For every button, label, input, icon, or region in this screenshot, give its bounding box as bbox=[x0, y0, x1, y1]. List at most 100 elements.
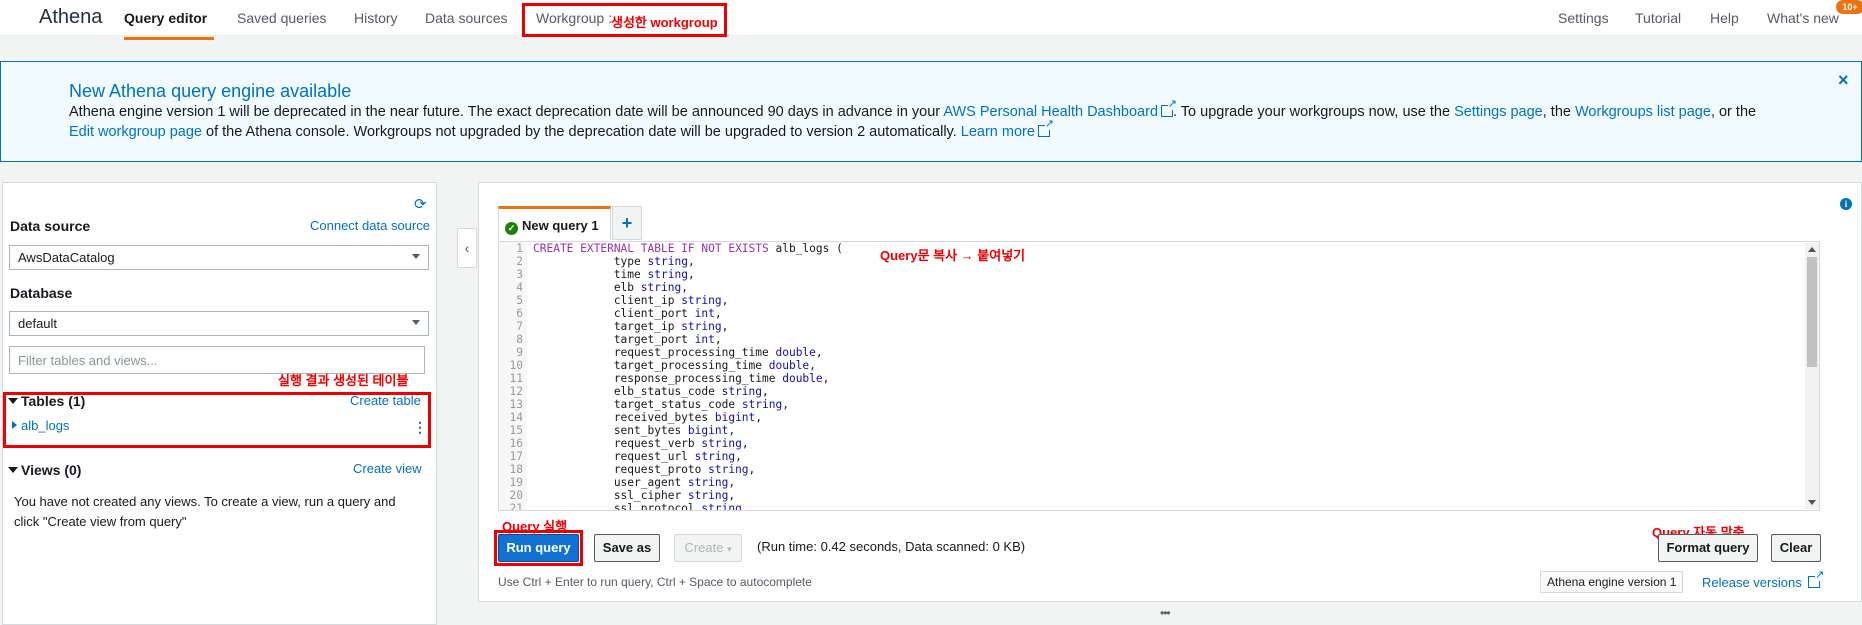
table-item-alb-logs[interactable]: alb_logs bbox=[12, 418, 69, 433]
banner-message: Athena engine version 1 will be deprecat… bbox=[69, 98, 1829, 142]
sql-editor[interactable]: 1 2 3 4 5 6 7 8 9 10 11 12 13 14 15 16 17 18 19 20 21 CREATE… bbox=[498, 241, 1820, 511]
data-source-select[interactable]: AwsDataCatalog bbox=[9, 245, 429, 270]
tab-query-editor[interactable]: Query editor bbox=[124, 10, 207, 26]
tab-data-sources[interactable]: Data sources bbox=[425, 10, 507, 26]
code-line[interactable]: target_status_code string, bbox=[533, 398, 843, 411]
scroll-down-icon[interactable] bbox=[1808, 500, 1816, 505]
edit-workgroup-link[interactable]: Edit workgroup page bbox=[69, 124, 202, 140]
active-tab-indicator bbox=[124, 37, 214, 40]
more-options-icon[interactable]: ⋮ bbox=[413, 419, 427, 436]
code-content[interactable]: CREATE EXTERNAL TABLE IF NOT EXISTS alb_… bbox=[533, 242, 843, 511]
code-line[interactable]: time string, bbox=[533, 268, 843, 281]
tab-saved-queries[interactable]: Saved queries bbox=[237, 10, 327, 26]
code-line[interactable]: client_port int, bbox=[533, 307, 843, 320]
code-line[interactable]: request_processing_time double, bbox=[533, 346, 843, 359]
workgroups-list-link[interactable]: Workgroups list page bbox=[1575, 104, 1711, 120]
code-token: string bbox=[701, 502, 742, 511]
query-tab-label: New query 1 bbox=[522, 218, 599, 233]
scroll-up-icon[interactable] bbox=[1808, 247, 1816, 252]
workgroup-selector[interactable]: Workgroup : bbox=[536, 10, 612, 26]
code-line[interactable]: elb string, bbox=[533, 281, 843, 294]
code-token: client_port bbox=[533, 307, 695, 320]
code-line[interactable]: client_ip string, bbox=[533, 294, 843, 307]
code-line[interactable]: user_agent string, bbox=[533, 476, 843, 489]
tables-section-header[interactable]: Tables (1) bbox=[8, 393, 85, 409]
info-icon[interactable]: i bbox=[1840, 198, 1852, 210]
code-token: string bbox=[721, 385, 763, 398]
code-line[interactable]: target_ip string, bbox=[533, 320, 843, 333]
code-token: string bbox=[681, 294, 722, 307]
code-token: , bbox=[728, 489, 736, 502]
code-token: , bbox=[755, 411, 763, 424]
views-section-header[interactable]: Views (0) bbox=[8, 462, 81, 478]
code-line[interactable]: request_url string, bbox=[533, 450, 843, 463]
notification-badge: 10+ bbox=[1836, 0, 1862, 14]
code-token: , bbox=[687, 268, 695, 281]
line-number: 12 bbox=[509, 385, 523, 398]
line-number: 5 bbox=[516, 294, 523, 307]
database-label: Database bbox=[10, 285, 73, 301]
connect-data-source-link[interactable]: Connect data source bbox=[310, 218, 430, 233]
scrollbar-thumb[interactable] bbox=[1807, 257, 1817, 367]
chevron-down-icon bbox=[412, 320, 420, 325]
code-token: , bbox=[748, 463, 756, 476]
code-token: request_url bbox=[533, 450, 695, 463]
code-token: ssl_cipher bbox=[533, 489, 688, 502]
code-token: string bbox=[694, 450, 736, 463]
line-number: 17 bbox=[509, 450, 523, 463]
code-line[interactable]: request_proto string, bbox=[533, 463, 843, 476]
run-query-button[interactable]: Run query bbox=[498, 534, 579, 562]
code-line[interactable]: CREATE EXTERNAL TABLE IF NOT EXISTS alb_… bbox=[533, 242, 843, 255]
refresh-icon[interactable]: ⟳ bbox=[414, 195, 427, 213]
line-number: 4 bbox=[516, 281, 523, 294]
create-view-link[interactable]: Create view bbox=[353, 461, 422, 476]
clear-button[interactable]: Clear bbox=[1771, 534, 1821, 562]
code-line[interactable]: response_processing_time double, bbox=[533, 372, 843, 385]
learn-more-link[interactable]: Learn more bbox=[961, 124, 1035, 140]
code-token: int bbox=[694, 307, 715, 320]
create-dropdown-button[interactable]: Create ▾ bbox=[674, 534, 742, 562]
query-tab[interactable]: ✓ New query 1 bbox=[498, 206, 611, 240]
banner-title: New Athena query engine available bbox=[69, 81, 352, 101]
database-select[interactable]: default bbox=[9, 311, 429, 336]
code-token: alb_logs ( bbox=[768, 242, 843, 255]
collapse-panel-button[interactable]: ‹ bbox=[457, 228, 477, 268]
code-line[interactable]: sent_bytes bigint, bbox=[533, 424, 843, 437]
release-versions-link[interactable]: Release versions bbox=[1702, 569, 1825, 590]
code-token: , bbox=[735, 450, 742, 463]
banner-text: . To upgrade your workgroups now, use th… bbox=[1173, 104, 1455, 120]
code-token: , bbox=[741, 437, 749, 450]
code-token: , bbox=[714, 333, 722, 346]
code-line[interactable]: ssl_protocol string bbox=[533, 502, 843, 511]
code-line[interactable]: elb_status_code string, bbox=[533, 385, 843, 398]
table-item-label: alb_logs bbox=[21, 418, 70, 433]
line-number: 9 bbox=[516, 346, 523, 359]
nav-help[interactable]: Help bbox=[1710, 10, 1739, 26]
close-icon[interactable]: × bbox=[1838, 70, 1849, 91]
brand-logo[interactable]: Athena bbox=[39, 6, 102, 29]
code-token: , bbox=[714, 307, 722, 320]
tab-history[interactable]: History bbox=[354, 10, 398, 26]
code-line[interactable]: received_bytes bigint, bbox=[533, 411, 843, 424]
format-query-button[interactable]: Format query bbox=[1658, 534, 1758, 562]
code-token: string bbox=[687, 489, 729, 502]
create-table-link[interactable]: Create table bbox=[350, 393, 421, 408]
nav-tutorial[interactable]: Tutorial bbox=[1635, 10, 1681, 26]
resize-handle-icon[interactable]: ••• bbox=[1160, 606, 1171, 620]
code-line[interactable]: request_verb string, bbox=[533, 437, 843, 450]
editor-scrollbar[interactable] bbox=[1805, 243, 1819, 509]
nav-settings[interactable]: Settings bbox=[1558, 10, 1609, 26]
code-token: , bbox=[681, 281, 688, 294]
add-query-tab-button[interactable]: + bbox=[612, 206, 642, 240]
code-token: response_processing_time bbox=[533, 372, 783, 385]
code-token: string bbox=[640, 281, 682, 294]
code-line[interactable]: target_processing_time double, bbox=[533, 359, 843, 372]
save-as-button[interactable]: Save as bbox=[594, 534, 660, 562]
nav-whats-new[interactable]: What's new bbox=[1767, 10, 1839, 26]
line-number: 15 bbox=[509, 424, 523, 437]
code-line[interactable]: type string, bbox=[533, 255, 843, 268]
code-line[interactable]: target_port int, bbox=[533, 333, 843, 346]
code-line[interactable]: ssl_cipher string, bbox=[533, 489, 843, 502]
settings-page-link[interactable]: Settings page bbox=[1454, 104, 1543, 120]
line-number: 16 bbox=[509, 437, 523, 450]
